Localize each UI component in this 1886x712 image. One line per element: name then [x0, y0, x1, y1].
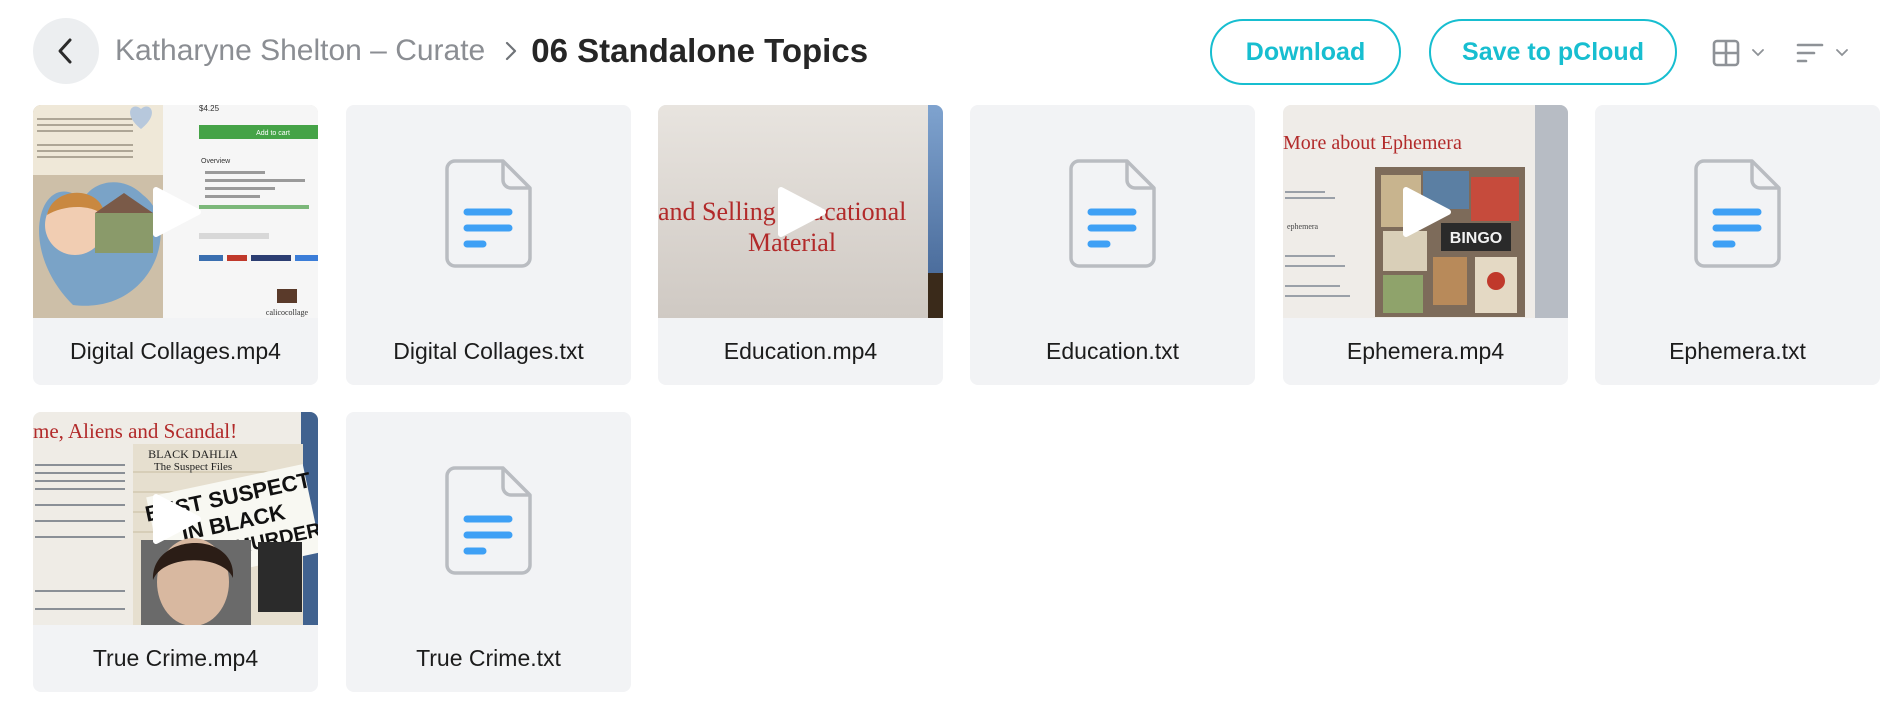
page-title: 06 Standalone Topics — [531, 32, 869, 69]
thumb-overview: Overview — [201, 158, 231, 165]
breadcrumb: Katharyne Shelton – Curate 06 Standalone… — [115, 30, 868, 72]
file-name: Digital Collages.mp4 — [70, 338, 281, 364]
chevron-right-icon — [505, 41, 517, 61]
file-name: Ephemera.mp4 — [1346, 338, 1505, 364]
thumb-subtitle-2: The Suspect Files — [154, 461, 232, 473]
chevron-left-icon — [58, 38, 72, 64]
thumb-title: More about Ephemera — [1283, 132, 1462, 154]
save-to-pcloud-button[interactable]: Save to pCloud — [1429, 19, 1677, 85]
play-icon — [153, 494, 201, 544]
thumb-title: me, Aliens and Scandal! — [33, 419, 237, 443]
file-thumbnail — [1595, 105, 1880, 318]
breadcrumb-parent-link[interactable]: Katharyne Shelton – Curate — [115, 34, 485, 68]
sort-icon — [1796, 43, 1824, 63]
header-bar: Katharyne Shelton – Curate 06 Standalone… — [0, 0, 1886, 104]
grid-view-icon — [1712, 39, 1740, 67]
thumb-cart-button: Add to cart — [256, 130, 290, 137]
file-name: Education.txt — [1046, 338, 1179, 364]
file-tile[interactable]: Digital Collages.txt — [346, 105, 631, 385]
file-name: Digital Collages.txt — [393, 338, 584, 364]
chevron-down-icon — [1836, 49, 1848, 57]
back-button[interactable] — [33, 18, 99, 84]
file-tile[interactable]: and Selling Educational Material Educati… — [658, 105, 943, 385]
file-tile[interactable]: me, Aliens and Scandal! BLACK DAHLIA The… — [33, 412, 318, 692]
sort-dropdown[interactable] — [1796, 36, 1848, 70]
thumb-shop-name: calicocollage — [266, 308, 309, 317]
view-mode-dropdown[interactable] — [1712, 36, 1764, 70]
play-icon — [1403, 187, 1451, 237]
thumb-price: $4.25 — [199, 105, 220, 113]
file-thumbnail — [346, 105, 631, 318]
file-tile[interactable]: Ephemera.txt — [1595, 105, 1880, 385]
text-file-icon — [1069, 159, 1156, 268]
file-name: True Crime.mp4 — [92, 645, 259, 671]
text-file-icon — [445, 159, 532, 268]
play-icon — [153, 187, 201, 237]
file-tile[interactable]: More about Ephemera ephemera BINGO Ephem… — [1283, 105, 1568, 385]
file-tile[interactable]: True Crime.txt — [346, 412, 631, 692]
text-file-icon — [445, 466, 532, 575]
text-file-icon — [1694, 159, 1781, 268]
file-thumbnail — [346, 412, 631, 625]
thumb-label: ephemera — [1287, 222, 1319, 231]
file-tile[interactable]: Education.txt — [970, 105, 1255, 385]
file-name: Ephemera.txt — [1669, 338, 1806, 364]
thumb-bingo: BINGO — [1450, 230, 1502, 247]
file-name: Education.mp4 — [723, 338, 878, 364]
download-button[interactable]: Download — [1210, 19, 1401, 85]
thumb-subtitle-1: BLACK DAHLIA — [148, 447, 238, 461]
chevron-down-icon — [1752, 49, 1764, 57]
file-thumbnail — [970, 105, 1255, 318]
file-name: True Crime.txt — [416, 645, 561, 671]
file-tile[interactable]: $4.25 Add to cart Overview calicocollage — [33, 105, 318, 385]
play-icon — [778, 187, 826, 237]
